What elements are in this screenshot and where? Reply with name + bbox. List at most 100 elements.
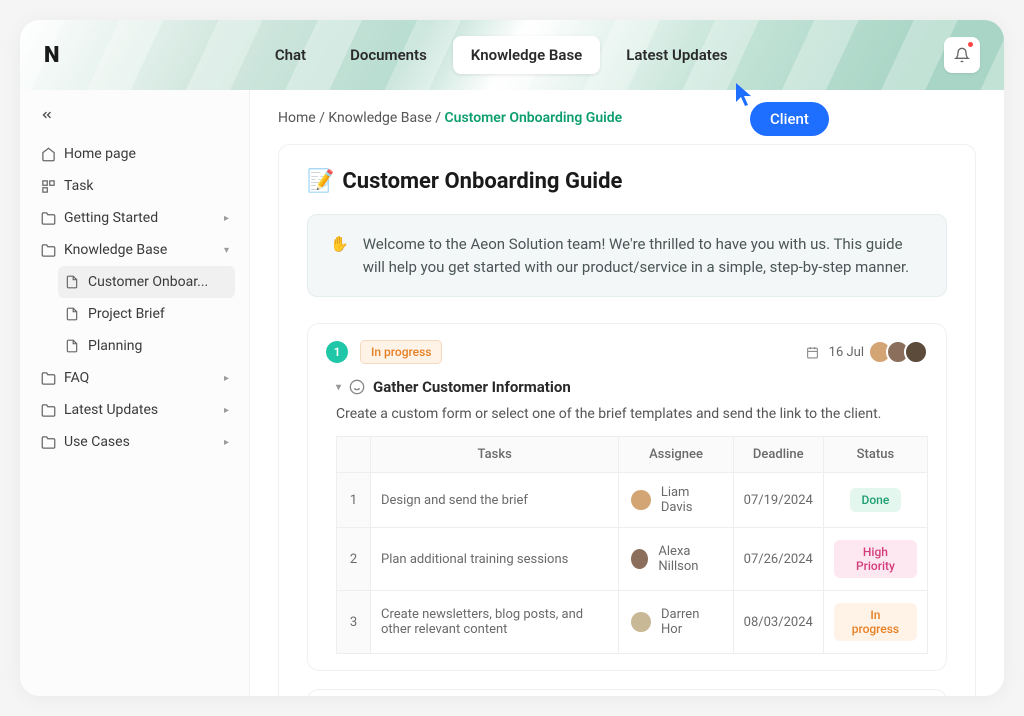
status-badge: In progress	[360, 340, 442, 364]
sidebar-item-label: Knowledge Base	[64, 242, 167, 258]
welcome-banner: ✋ Welcome to the Aeon Solution team! We'…	[307, 214, 947, 297]
folder-icon	[40, 434, 56, 450]
row-num: 2	[337, 528, 371, 591]
chevron-right-icon: ▸	[224, 437, 229, 448]
status-pill: Done	[850, 488, 902, 512]
chevron-down-icon[interactable]: ▾	[336, 382, 341, 393]
sidebar-item-label: Planning	[88, 338, 142, 354]
task-table: Tasks Assignee Deadline Status 1 Design …	[336, 436, 928, 654]
sidebar-item-label: Latest Updates	[64, 402, 158, 418]
row-num: 3	[337, 591, 371, 654]
deadline-cell: 07/26/2024	[733, 528, 823, 591]
nav-knowledge-base[interactable]: Knowledge Base	[453, 36, 600, 74]
sidebar-item-getting-started[interactable]: Getting Started ▸	[34, 202, 235, 234]
deadline-cell: 08/03/2024	[733, 591, 823, 654]
sidebar-item-latest-updates[interactable]: Latest Updates ▸	[34, 394, 235, 426]
table-header-deadline: Deadline	[733, 437, 823, 473]
assignee-name: Darren Hor	[661, 607, 723, 637]
sidebar-item-label: Project Brief	[88, 306, 165, 322]
chevron-right-icon: ▸	[224, 405, 229, 416]
sidebar-item-knowledge-base[interactable]: Knowledge Base ▾	[34, 234, 235, 266]
table-header-num	[337, 437, 371, 473]
table-row[interactable]: 1 Design and send the brief Liam Davis 0…	[337, 473, 928, 528]
body: Home page Task Getting Started ▸ Knowled…	[20, 90, 1004, 696]
document-icon	[64, 338, 80, 354]
page-title-icon: 📝	[307, 169, 334, 194]
welcome-text: Welcome to the Aeon Solution team! We're…	[363, 233, 924, 278]
sidebar-item-home[interactable]: Home page	[34, 138, 235, 170]
collapse-sidebar-button[interactable]	[34, 104, 235, 130]
avatar	[629, 488, 652, 512]
chevron-down-icon: ▾	[224, 245, 229, 256]
calendar-icon	[806, 346, 819, 359]
status-pill: In progress	[834, 603, 917, 641]
sidebar-item-faq[interactable]: FAQ ▸	[34, 362, 235, 394]
folder-icon	[40, 370, 56, 386]
notifications-button[interactable]	[944, 37, 980, 73]
assignee-cell: Liam Davis	[619, 473, 733, 528]
deadline-cell: 07/19/2024	[733, 473, 823, 528]
bell-icon	[954, 47, 970, 63]
task-cell: Plan additional training sessions	[371, 528, 619, 591]
sidebar-item-label: Customer Onboar...	[88, 274, 208, 290]
task-cell: Create newsletters, blog posts, and othe…	[371, 591, 619, 654]
step-subtitle: ▾ Gather Customer Information	[336, 378, 928, 396]
step-header: 1 In progress 16 Jul	[326, 340, 928, 364]
task-icon	[40, 178, 56, 194]
document-icon	[64, 274, 80, 290]
avatar	[904, 340, 928, 364]
status-cell: In progress	[823, 591, 927, 654]
assignee-name: Liam Davis	[661, 485, 723, 515]
status-cell: High Priority	[823, 528, 927, 591]
home-icon	[40, 146, 56, 162]
sidebar-item-label: Getting Started	[64, 210, 158, 226]
table-row[interactable]: 3 Create newsletters, blog posts, and ot…	[337, 591, 928, 654]
content-card: 📝 Customer Onboarding Guide ✋ Welcome to…	[278, 144, 976, 696]
step-meta: 16 Jul	[806, 340, 928, 364]
sidebar-item-label: Use Cases	[64, 434, 130, 450]
chevron-right-icon: ▸	[224, 213, 229, 224]
folder-icon	[40, 210, 56, 226]
step-2-card: 2 To Do 21 Jul	[307, 689, 947, 696]
sidebar-item-label: Home page	[64, 146, 136, 162]
avatar	[629, 547, 650, 571]
row-num: 1	[337, 473, 371, 528]
app-window: N Chat Documents Knowledge Base Latest U…	[20, 20, 1004, 696]
header: N Chat Documents Knowledge Base Latest U…	[20, 20, 1004, 90]
face-icon	[349, 379, 365, 395]
breadcrumb-current: Customer Onboarding Guide	[445, 110, 623, 126]
folder-icon	[40, 242, 56, 258]
page-title: 📝 Customer Onboarding Guide	[307, 169, 947, 194]
sidebar-item-planning[interactable]: Planning	[58, 330, 235, 362]
breadcrumb-home[interactable]: Home	[278, 110, 316, 126]
sidebar-item-use-cases[interactable]: Use Cases ▸	[34, 426, 235, 458]
page-title-text: Customer Onboarding Guide	[342, 169, 622, 194]
assignee-name: Alexa Nillson	[658, 544, 722, 574]
avatar	[629, 610, 653, 634]
assignee-cell: Darren Hor	[619, 591, 733, 654]
sidebar-sub-kb: Customer Onboar... Project Brief Plannin…	[34, 266, 235, 362]
sidebar-item-label: FAQ	[64, 370, 89, 386]
notification-dot	[968, 42, 973, 47]
wave-icon: ✋	[330, 233, 349, 278]
top-nav: Chat Documents Knowledge Base Latest Upd…	[257, 36, 746, 74]
breadcrumb-kb[interactable]: Knowledge Base	[328, 110, 431, 126]
sidebar-item-project-brief[interactable]: Project Brief	[58, 298, 235, 330]
sidebar-item-customer-onboarding[interactable]: Customer Onboar...	[58, 266, 235, 298]
nav-chat[interactable]: Chat	[257, 36, 324, 74]
task-cell: Design and send the brief	[371, 473, 619, 528]
avatar-stack	[874, 340, 928, 364]
nav-latest-updates[interactable]: Latest Updates	[608, 36, 745, 74]
assignee-cell: Alexa Nillson	[619, 528, 733, 591]
chevron-double-left-icon	[40, 108, 54, 122]
sidebar-item-task[interactable]: Task	[34, 170, 235, 202]
table-header-assignee: Assignee	[619, 437, 733, 473]
nav-documents[interactable]: Documents	[332, 36, 445, 74]
breadcrumb: Home / Knowledge Base / Customer Onboard…	[278, 110, 976, 126]
sidebar: Home page Task Getting Started ▸ Knowled…	[20, 90, 250, 696]
table-row[interactable]: 2 Plan additional training sessions Alex…	[337, 528, 928, 591]
chevron-right-icon: ▸	[224, 373, 229, 384]
step-description: Create a custom form or select one of th…	[336, 406, 928, 422]
table-header-status: Status	[823, 437, 927, 473]
folder-icon	[40, 402, 56, 418]
